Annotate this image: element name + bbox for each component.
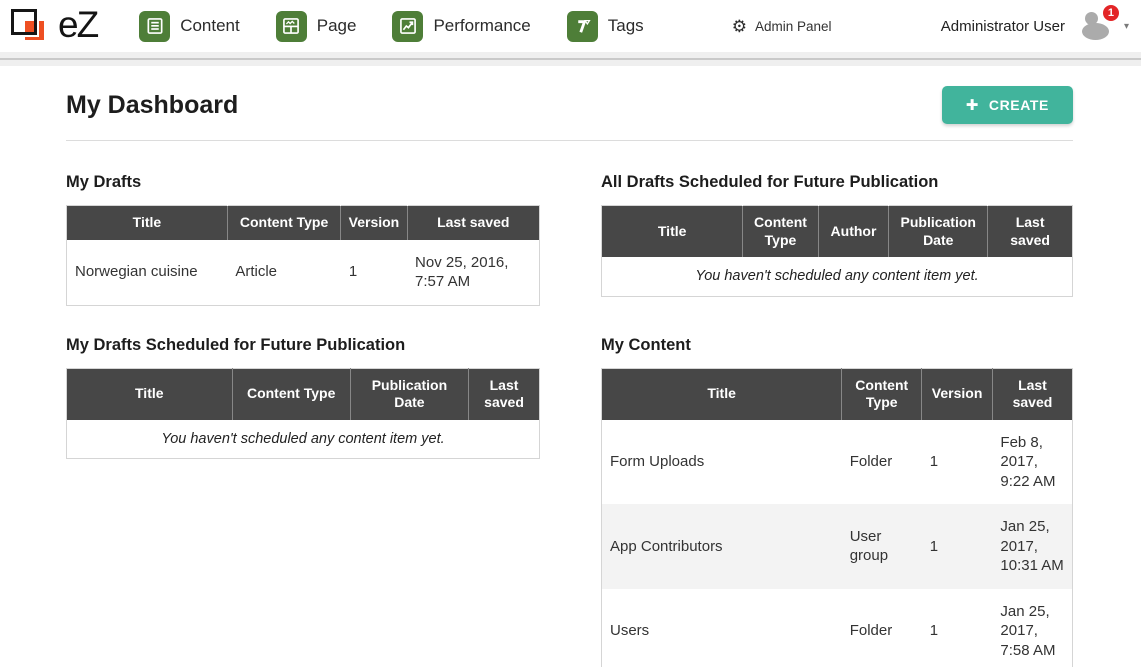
nav-item-label: Performance [433, 16, 530, 36]
table-cell: 1 [922, 589, 993, 667]
create-button-label: CREATE [989, 97, 1049, 113]
section-title-my-content: My Content [601, 336, 1073, 355]
ez-logo-icon [8, 6, 50, 46]
nav-item-page[interactable]: Page [276, 11, 357, 42]
section-title-my-drafts: My Drafts [66, 173, 540, 192]
table-cell: User group [842, 504, 922, 589]
column-header: Publication Date [889, 206, 988, 258]
table-row[interactable]: App ContributorsUser group1Jan 25, 2017,… [602, 504, 1073, 589]
column-header: Publication Date [350, 368, 468, 420]
ez-logo-black-square [11, 9, 37, 35]
table-cell: Feb 8, 2017, 9:22 AM [992, 420, 1072, 505]
tags-icon [567, 11, 598, 42]
header-row: TitleContent TypePublication DateLast sa… [67, 368, 540, 420]
table-cell: Form Uploads [602, 420, 842, 505]
table-cell: 1 [922, 420, 993, 505]
user-avatar-icon[interactable]: 1 [1079, 11, 1115, 41]
header-row: TitleContent TypeAuthorPublication DateL… [602, 206, 1073, 258]
column-header: Author [818, 206, 889, 258]
empty-row: You haven't scheduled any content item y… [602, 257, 1073, 296]
table-cell: App Contributors [602, 504, 842, 589]
column-header: Last saved [988, 206, 1073, 258]
table-cell: Norwegian cuisine [67, 240, 228, 306]
content-icon [139, 11, 170, 42]
performance-icon [392, 11, 423, 42]
plus-icon: ✚ [966, 98, 979, 113]
column-header: Last saved [469, 368, 540, 420]
header-divider [0, 52, 1141, 66]
dashboard-grid: My Drafts TitleContent TypeVersionLast s… [66, 173, 1073, 667]
nav-item-label: Page [317, 16, 357, 36]
empty-message: You haven't scheduled any content item y… [602, 257, 1073, 296]
section-title-my-drafts-scheduled: My Drafts Scheduled for Future Publicati… [66, 336, 540, 355]
my-drafts-table: TitleContent TypeVersionLast savedNorweg… [66, 205, 540, 306]
nav-item-admin-panel[interactable]: ⚙ Admin Panel [732, 18, 832, 35]
my-drafts-scheduled-section: My Drafts Scheduled for Future Publicati… [66, 336, 540, 460]
ez-logo[interactable]: eZ [8, 6, 97, 46]
main-menu: Content Page Performance [139, 11, 644, 42]
column-header: Content Type [232, 368, 350, 420]
table-cell: Folder [842, 420, 922, 505]
dashboard-content: My Dashboard ✚ CREATE My Drafts TitleCon… [0, 66, 1141, 667]
empty-row: You haven't scheduled any content item y… [67, 420, 540, 459]
avatar-body [1082, 23, 1109, 40]
nav-item-label: Content [180, 16, 240, 36]
chevron-down-icon[interactable]: ▾ [1124, 21, 1129, 32]
all-drafts-scheduled-table: TitleContent TypeAuthorPublication DateL… [601, 205, 1073, 297]
column-header: Title [602, 368, 842, 420]
nav-item-tags[interactable]: Tags [567, 11, 644, 42]
table-cell: Jan 25, 2017, 7:58 AM [992, 589, 1072, 667]
my-content-section: My Content TitleContent TypeVersionLast … [601, 336, 1073, 667]
create-button[interactable]: ✚ CREATE [942, 86, 1073, 124]
ez-logo-text: eZ [58, 6, 97, 43]
table-row[interactable]: Norwegian cuisineArticle1Nov 25, 2016, 7… [67, 240, 540, 306]
all-drafts-scheduled-section: All Drafts Scheduled for Future Publicat… [601, 173, 1073, 297]
table-cell: 1 [341, 240, 407, 306]
table-row[interactable]: Form UploadsFolder1Feb 8, 2017, 9:22 AM [602, 420, 1073, 505]
my-drafts-section: My Drafts TitleContent TypeVersionLast s… [66, 173, 540, 306]
table-cell: Jan 25, 2017, 10:31 AM [992, 504, 1072, 589]
my-content-table: TitleContent TypeVersionLast savedForm U… [601, 368, 1073, 667]
section-title-all-drafts-scheduled: All Drafts Scheduled for Future Publicat… [601, 173, 1073, 192]
header-row: TitleContent TypeVersionLast saved [602, 368, 1073, 420]
gear-icon: ⚙ [732, 18, 747, 35]
column-header: Title [67, 368, 233, 420]
nav-item-label: Tags [608, 16, 644, 36]
table-cell: 1 [922, 504, 993, 589]
table-cell: Users [602, 589, 842, 667]
user-name[interactable]: Administrator User [941, 18, 1065, 35]
column-header: Title [602, 206, 743, 258]
column-header: Title [67, 206, 228, 240]
table-cell: Article [227, 240, 341, 306]
column-header: Version [922, 368, 993, 420]
nav-item-content[interactable]: Content [139, 11, 240, 42]
table-cell: Folder [842, 589, 922, 667]
column-header: Last saved [992, 368, 1072, 420]
top-navigation-bar: eZ Content Pag [0, 0, 1141, 52]
column-header: Last saved [407, 206, 539, 240]
column-header: Version [341, 206, 407, 240]
table-cell: Nov 25, 2016, 7:57 AM [407, 240, 539, 306]
admin-panel-label: Admin Panel [755, 19, 832, 34]
header-row: TitleContent TypeVersionLast saved [67, 206, 540, 240]
page-title: My Dashboard [66, 91, 238, 120]
table-row[interactable]: UsersFolder1Jan 25, 2017, 7:58 AM [602, 589, 1073, 667]
user-menu: Administrator User 1 ▾ [941, 11, 1129, 41]
notification-badge[interactable]: 1 [1102, 4, 1120, 22]
column-header: Content Type [743, 206, 818, 258]
page-header: My Dashboard ✚ CREATE [66, 86, 1073, 141]
nav-item-performance[interactable]: Performance [392, 11, 530, 42]
empty-message: You haven't scheduled any content item y… [67, 420, 540, 459]
my-drafts-scheduled-table: TitleContent TypePublication DateLast sa… [66, 368, 540, 460]
page-icon [276, 11, 307, 42]
column-header: Content Type [842, 368, 922, 420]
column-header: Content Type [227, 206, 341, 240]
